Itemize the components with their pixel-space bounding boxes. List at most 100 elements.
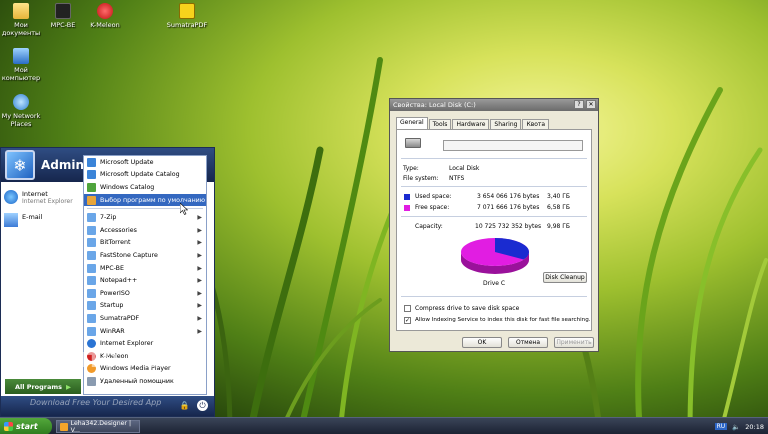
program-label: MPC-BE: [100, 264, 124, 272]
program-folder[interactable]: PowerISO ▶: [84, 287, 206, 300]
program-item[interactable]: Windows Catalog: [84, 181, 206, 194]
tab-sharing[interactable]: Sharing: [490, 119, 522, 129]
desktop-icon-label: MPC-BE: [50, 21, 76, 29]
program-item[interactable]: Удаленный помощник: [84, 375, 206, 388]
free-space-label: Free space:: [415, 204, 450, 211]
desktop-icon-my-computer[interactable]: Мой компьютер: [0, 48, 42, 82]
tab-hardware[interactable]: Hardware: [452, 119, 490, 129]
chevron-right-icon: ▶: [197, 277, 202, 285]
internet-explorer-icon: [4, 190, 18, 204]
folder-icon: [87, 225, 96, 235]
network-icon: [13, 94, 29, 110]
help-button[interactable]: ?: [574, 100, 584, 109]
compress-checkbox[interactable]: [404, 305, 411, 312]
file-system-value: NTFS: [449, 175, 465, 182]
pinned-title: Internet: [22, 190, 48, 198]
type-label: Type:: [403, 165, 419, 172]
desktop-icon-label: My Network Places: [1, 112, 41, 128]
language-indicator[interactable]: RU: [714, 423, 728, 430]
ok-button[interactable]: OK: [462, 337, 502, 348]
email-icon: [4, 213, 18, 227]
indexing-checkbox[interactable]: ✓: [404, 317, 411, 324]
type-value: Local Disk: [449, 165, 480, 172]
program-folder[interactable]: BitTorrent ▶: [84, 237, 206, 250]
indexing-label: Allow Indexing Service to index this dis…: [415, 317, 591, 323]
all-programs-button[interactable]: All Programs ▶: [5, 379, 81, 394]
all-programs-label: All Programs: [14, 382, 63, 391]
lock-icon[interactable]: 🔒: [179, 400, 190, 411]
pinned-email[interactable]: E-mail: [1, 209, 83, 231]
desktop-icon-label: Мои документы: [1, 21, 41, 37]
pinned-subtitle: Internet Explorer: [22, 198, 73, 205]
chevron-right-icon: ▶: [197, 302, 202, 310]
folder-icon: [87, 250, 96, 260]
used-space-label: Used space:: [415, 193, 452, 200]
avatar[interactable]: ❄: [5, 150, 35, 180]
program-label: WinRAR: [100, 327, 125, 335]
desktop-icon-sumatrapdf[interactable]: SumatraPDF: [166, 3, 208, 29]
taskbar-item-label: Leha342.Designer | V...: [70, 419, 132, 434]
folder-icon: [13, 3, 29, 19]
chevron-right-icon: ▶: [197, 214, 202, 222]
chevron-right-icon: ▶: [197, 289, 202, 297]
disk-cleanup-button[interactable]: Disk Cleanup: [543, 272, 587, 283]
clock[interactable]: 20:18: [745, 423, 764, 431]
file-system-label: File system:: [403, 175, 439, 182]
desktop-icon-my-documents[interactable]: Мои документы: [0, 3, 42, 37]
volume-label-input[interactable]: [443, 140, 583, 151]
speaker-icon[interactable]: 🔈: [732, 423, 740, 431]
program-item[interactable]: Microsoft Update Catalog: [84, 169, 206, 182]
k-meleon-icon: [97, 3, 113, 19]
program-folder[interactable]: Startup ▶: [84, 300, 206, 313]
program-label: Internet Explorer: [100, 340, 154, 348]
program-folder[interactable]: WinRAR ▶: [84, 325, 206, 338]
program-label: Microsoft Update Catalog: [100, 171, 180, 179]
desktop-icon-mpc-be[interactable]: MPC-BE: [42, 3, 84, 29]
divider: [401, 158, 587, 159]
program-folder[interactable]: MPC-BE ▶: [84, 262, 206, 275]
program-folder[interactable]: Notepad++ ▶: [84, 274, 206, 287]
capacity-bytes: 10 725 732 352 bytes: [475, 223, 542, 230]
cancel-button[interactable]: Отмена: [508, 337, 548, 348]
folder-icon: [87, 213, 96, 223]
program-label: Microsoft Update: [100, 158, 154, 166]
program-label: Удаленный помощник: [100, 377, 174, 385]
system-tray: RU 🔈 20:18: [708, 418, 768, 434]
close-button[interactable]: ✕: [586, 100, 596, 109]
program-label: Accessories: [100, 226, 137, 234]
desktop-icon-label: SumatraPDF: [166, 21, 208, 29]
desktop-icon-k-meleon[interactable]: K-Meleon: [84, 3, 126, 29]
program-folder[interactable]: Accessories ▶: [84, 224, 206, 237]
program-label: Выбор программ по умолчанию: [100, 196, 206, 204]
program-label: 7-Zip: [100, 214, 117, 222]
program-label: Windows Catalog: [100, 183, 155, 191]
taskbar-item[interactable]: Leha342.Designer | V...: [56, 419, 140, 434]
desktop-icon-label: Мой компьютер: [1, 66, 41, 82]
tab-general[interactable]: General: [396, 117, 428, 129]
desktop-icon-network-places[interactable]: My Network Places: [0, 94, 42, 128]
tab-quota[interactable]: Квота: [522, 119, 550, 129]
power-icon[interactable]: ⏻: [197, 400, 208, 411]
start-button[interactable]: start: [0, 418, 52, 434]
app-icon: [60, 422, 68, 431]
windows-update-icon: [87, 157, 96, 167]
folder-icon: [87, 288, 96, 298]
program-item[interactable]: Microsoft Update: [84, 156, 206, 169]
pinned-internet[interactable]: Internet Internet Explorer: [1, 186, 83, 209]
divider: [401, 186, 587, 187]
divider: [401, 296, 587, 297]
apply-button[interactable]: Применить: [554, 337, 594, 348]
program-label: PowerISO: [100, 289, 130, 297]
used-space-swatch: [404, 194, 410, 200]
tab-tools[interactable]: Tools: [428, 119, 452, 129]
taskbar: start Leha342.Designer | V... RU 🔈 20:18: [0, 417, 768, 434]
tab-strip: General Tools Hardware Sharing Квота: [396, 117, 550, 129]
folder-icon: [87, 276, 96, 286]
clapperboard-icon: [55, 3, 71, 19]
used-space-gb: 3,40 ГБ: [547, 193, 571, 200]
disk-usage-pie: [461, 238, 529, 274]
disk-drive-icon: [405, 138, 421, 148]
sumatrapdf-icon: [179, 3, 195, 19]
program-folder[interactable]: SumatraPDF ▶: [84, 312, 206, 325]
program-folder[interactable]: FastStone Capture ▶: [84, 249, 206, 262]
